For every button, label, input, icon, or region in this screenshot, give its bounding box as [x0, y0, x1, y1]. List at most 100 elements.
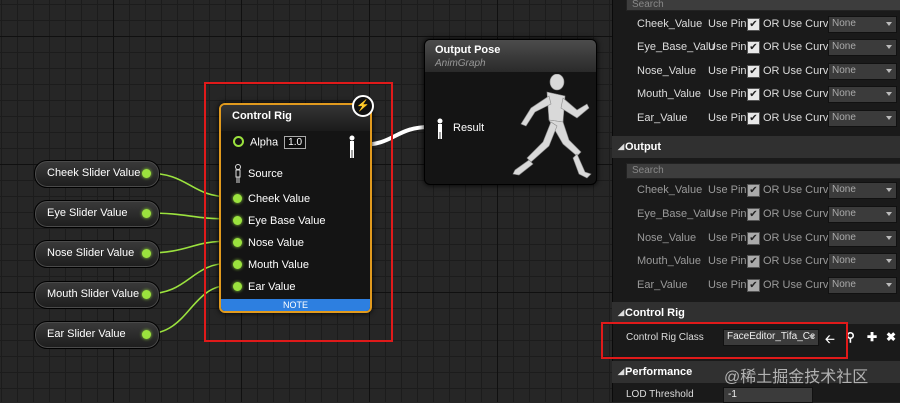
- curve-dropdown[interactable]: None: [828, 230, 897, 247]
- curve-dropdown[interactable]: None: [828, 182, 897, 199]
- use-pin-checkbox[interactable]: ✔: [747, 255, 760, 268]
- node-subtitle: AnimGraph: [435, 58, 486, 69]
- use-pin-checkbox[interactable]: ✔: [747, 279, 760, 292]
- curve-dropdown[interactable]: None: [828, 206, 897, 223]
- chevron-down-icon: [886, 45, 892, 49]
- lod-threshold-row: LOD Threshold -1: [612, 386, 900, 403]
- property-name: Nose_Value: [637, 232, 697, 244]
- dropdown-value: None: [832, 18, 856, 29]
- search-input[interactable]: Search: [626, 163, 900, 179]
- or-use-curve-label: OR Use Curve: [763, 112, 835, 124]
- use-pin-checkbox[interactable]: ✔: [747, 184, 760, 197]
- use-pin-checkbox[interactable]: ✔: [747, 88, 760, 101]
- use-pin-label: Use Pin: [708, 184, 747, 196]
- input-property-row: Eye_Base_Valu Use Pin ✔ OR Use Curve Non…: [626, 36, 900, 59]
- chevron-down-icon: [886, 259, 892, 263]
- output-property-row: Cheek_Value Use Pin ✔ OR Use Curve None: [626, 179, 900, 202]
- dropdown-value: None: [832, 208, 856, 219]
- curve-dropdown[interactable]: None: [828, 86, 897, 103]
- dropdown-value: None: [832, 88, 856, 99]
- chevron-down-icon: [886, 22, 892, 26]
- or-use-curve-label: OR Use Curve: [763, 232, 835, 244]
- property-name: Nose_Value: [637, 65, 697, 77]
- or-use-curve-label: OR Use Curve: [763, 208, 835, 220]
- dropdown-value: None: [832, 232, 856, 243]
- variable-node-ear[interactable]: Ear Slider Value: [34, 321, 160, 349]
- highlight-frame: [601, 322, 848, 359]
- input-property-row: Nose_Value Use Pin ✔ OR Use Curve None: [626, 60, 900, 83]
- search-input[interactable]: Search: [626, 0, 900, 11]
- highlight-frame: [204, 82, 393, 342]
- output-pin[interactable]: [142, 290, 151, 299]
- collapse-arrow-icon: ◢: [618, 308, 625, 317]
- variable-label: Nose Slider Value: [47, 247, 135, 259]
- property-name: Eye_Base_Valu: [637, 208, 715, 220]
- output-pin[interactable]: [142, 209, 151, 218]
- chevron-down-icon: [886, 283, 892, 287]
- node-title: Output Pose: [435, 44, 501, 56]
- use-pin-label: Use Pin: [708, 65, 747, 77]
- collapse-arrow-icon: ◢: [618, 367, 625, 376]
- use-pin-checkbox[interactable]: ✔: [747, 208, 760, 221]
- lod-threshold-input[interactable]: -1: [723, 387, 813, 403]
- input-property-row: Mouth_Value Use Pin ✔ OR Use Curve None: [626, 83, 900, 106]
- variable-label: Ear Slider Value: [47, 328, 126, 340]
- variable-node-nose[interactable]: Nose Slider Value: [34, 240, 160, 268]
- use-pin-checkbox[interactable]: ✔: [747, 41, 760, 54]
- curve-dropdown[interactable]: None: [828, 277, 897, 294]
- input-value: -1: [728, 389, 737, 400]
- pose-input-icon[interactable]: [434, 118, 446, 140]
- use-pin-label: Use Pin: [708, 18, 747, 30]
- chevron-down-icon: [886, 188, 892, 192]
- result-label: Result: [453, 122, 485, 134]
- dropdown-value: None: [832, 255, 856, 266]
- property-name: Eye_Base_Valu: [637, 41, 715, 53]
- property-name: Cheek_Value: [637, 184, 703, 196]
- use-pin-label: Use Pin: [708, 208, 747, 220]
- output-pin[interactable]: [142, 169, 151, 178]
- collapse-arrow-icon: ◢: [618, 142, 625, 151]
- section-header-output[interactable]: ◢ Output: [612, 136, 900, 158]
- use-pin-label: Use Pin: [708, 255, 747, 267]
- or-use-curve-label: OR Use Curve: [763, 41, 835, 53]
- or-use-curve-label: OR Use Curve: [763, 255, 835, 267]
- section-title: Performance: [625, 366, 693, 378]
- use-pin-label: Use Pin: [708, 41, 747, 53]
- search-placeholder: Search: [632, 0, 664, 10]
- dropdown-value: None: [832, 41, 856, 52]
- search-placeholder: Search: [632, 165, 664, 176]
- input-property-row: Ear_Value Use Pin ✔ OR Use Curve None: [626, 107, 900, 130]
- use-pin-checkbox[interactable]: ✔: [747, 232, 760, 245]
- output-pin[interactable]: [142, 249, 151, 258]
- clear-icon[interactable]: ✖: [886, 330, 896, 344]
- use-pin-label: Use Pin: [708, 112, 747, 124]
- use-pin-label: Use Pin: [708, 88, 747, 100]
- curve-dropdown[interactable]: None: [828, 63, 897, 80]
- curve-dropdown[interactable]: None: [828, 39, 897, 56]
- anim-graph-canvas[interactable]: Cheek Slider Value Eye Slider Value Nose…: [0, 0, 612, 402]
- mannequin-icon: [512, 74, 592, 179]
- dropdown-value: None: [832, 279, 856, 290]
- or-use-curve-label: OR Use Curve: [763, 65, 835, 77]
- property-name: Mouth_Value: [637, 88, 702, 100]
- curve-dropdown[interactable]: None: [828, 110, 897, 127]
- variable-node-eye[interactable]: Eye Slider Value: [34, 200, 160, 228]
- lod-threshold-label: LOD Threshold: [626, 389, 694, 400]
- section-header-control-rig[interactable]: ◢ Control Rig: [612, 302, 900, 324]
- curve-dropdown[interactable]: None: [828, 253, 897, 270]
- variable-node-mouth[interactable]: Mouth Slider Value: [34, 281, 160, 309]
- use-pin-checkbox[interactable]: ✔: [747, 112, 760, 125]
- output-property-row: Mouth_Value Use Pin ✔ OR Use Curve None: [626, 250, 900, 273]
- dropdown-value: None: [832, 65, 856, 76]
- output-pose-node[interactable]: Output Pose AnimGraph Result: [424, 39, 597, 185]
- chevron-down-icon: [886, 69, 892, 73]
- add-icon[interactable]: ✚: [867, 330, 877, 344]
- output-pin[interactable]: [142, 330, 151, 339]
- variable-label: Mouth Slider Value: [47, 288, 140, 300]
- use-pin-checkbox[interactable]: ✔: [747, 65, 760, 78]
- or-use-curve-label: OR Use Curve: [763, 18, 835, 30]
- use-pin-checkbox[interactable]: ✔: [747, 18, 760, 31]
- variable-node-cheek[interactable]: Cheek Slider Value: [34, 160, 160, 188]
- chevron-down-icon: [886, 236, 892, 240]
- curve-dropdown[interactable]: None: [828, 16, 897, 33]
